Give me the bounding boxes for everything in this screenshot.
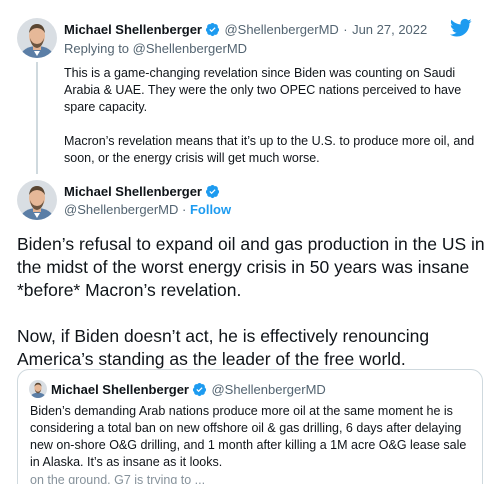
parent-tweet-paragraph: Macron’s revelation means that it’s up t… <box>64 134 475 165</box>
quoted-author-handle: @ShellenbergerMD <box>211 382 326 397</box>
main-author-name[interactable]: Michael Shellenberger <box>64 184 202 199</box>
verified-badge-icon <box>205 22 220 37</box>
main-tweet-paragraph: Now, if Biden doesn’t act, he is effecti… <box>17 326 430 369</box>
avatar-portrait-icon <box>29 380 47 398</box>
quoted-tweet-text: Biden’s demanding Arab nations produce m… <box>30 404 467 469</box>
parent-tweet-header: Michael Shellenberger @ShellenbergerMD ·… <box>64 21 427 39</box>
parent-tweet-body: This is a game-changing revelation since… <box>64 65 484 167</box>
twitter-bird-icon[interactable] <box>450 18 472 38</box>
main-author-handle[interactable]: @ShellenbergerMD <box>64 202 178 217</box>
main-author-name-row: Michael Shellenberger <box>64 183 220 201</box>
avatar-portrait-icon <box>17 18 57 58</box>
replying-handle-link[interactable]: @ShellenbergerMD <box>133 41 247 56</box>
quoted-tweet-card[interactable]: Michael Shellenberger @ShellenbergerMD B… <box>17 369 483 484</box>
main-tweet-body: Biden’s refusal to expand oil and gas pr… <box>17 233 487 371</box>
avatar-portrait-icon <box>17 180 57 220</box>
header-separator: · <box>343 22 348 37</box>
quoted-tweet-header: Michael Shellenberger @ShellenbergerMD <box>51 381 326 399</box>
thread-connector-line <box>36 62 38 174</box>
quoted-author-name: Michael Shellenberger <box>51 382 189 397</box>
quoted-author-avatar <box>29 380 47 398</box>
follow-button[interactable]: Follow <box>190 202 231 217</box>
parent-author-name[interactable]: Michael Shellenberger <box>64 22 202 37</box>
verified-badge-icon <box>205 184 220 199</box>
quoted-tweet-cutoff-text: on the ground. G7 is trying to ... <box>30 473 206 484</box>
verified-badge-icon <box>192 382 207 397</box>
replying-prefix: Replying to <box>64 41 130 56</box>
main-author-avatar[interactable] <box>17 180 57 220</box>
parent-tweet-paragraph: This is a game-changing revelation since… <box>64 66 462 114</box>
parent-author-handle[interactable]: @ShellenbergerMD <box>224 22 338 37</box>
replying-to-line: Replying to @ShellenbergerMD <box>64 41 247 56</box>
main-tweet-paragraph: Biden’s refusal to expand oil and gas pr… <box>17 234 485 300</box>
parent-author-avatar[interactable] <box>17 18 57 58</box>
main-author-handle-row: @ShellenbergerMD · Follow <box>64 202 231 217</box>
parent-tweet-date[interactable]: Jun 27, 2022 <box>352 22 427 37</box>
handle-separator: · <box>181 202 187 217</box>
